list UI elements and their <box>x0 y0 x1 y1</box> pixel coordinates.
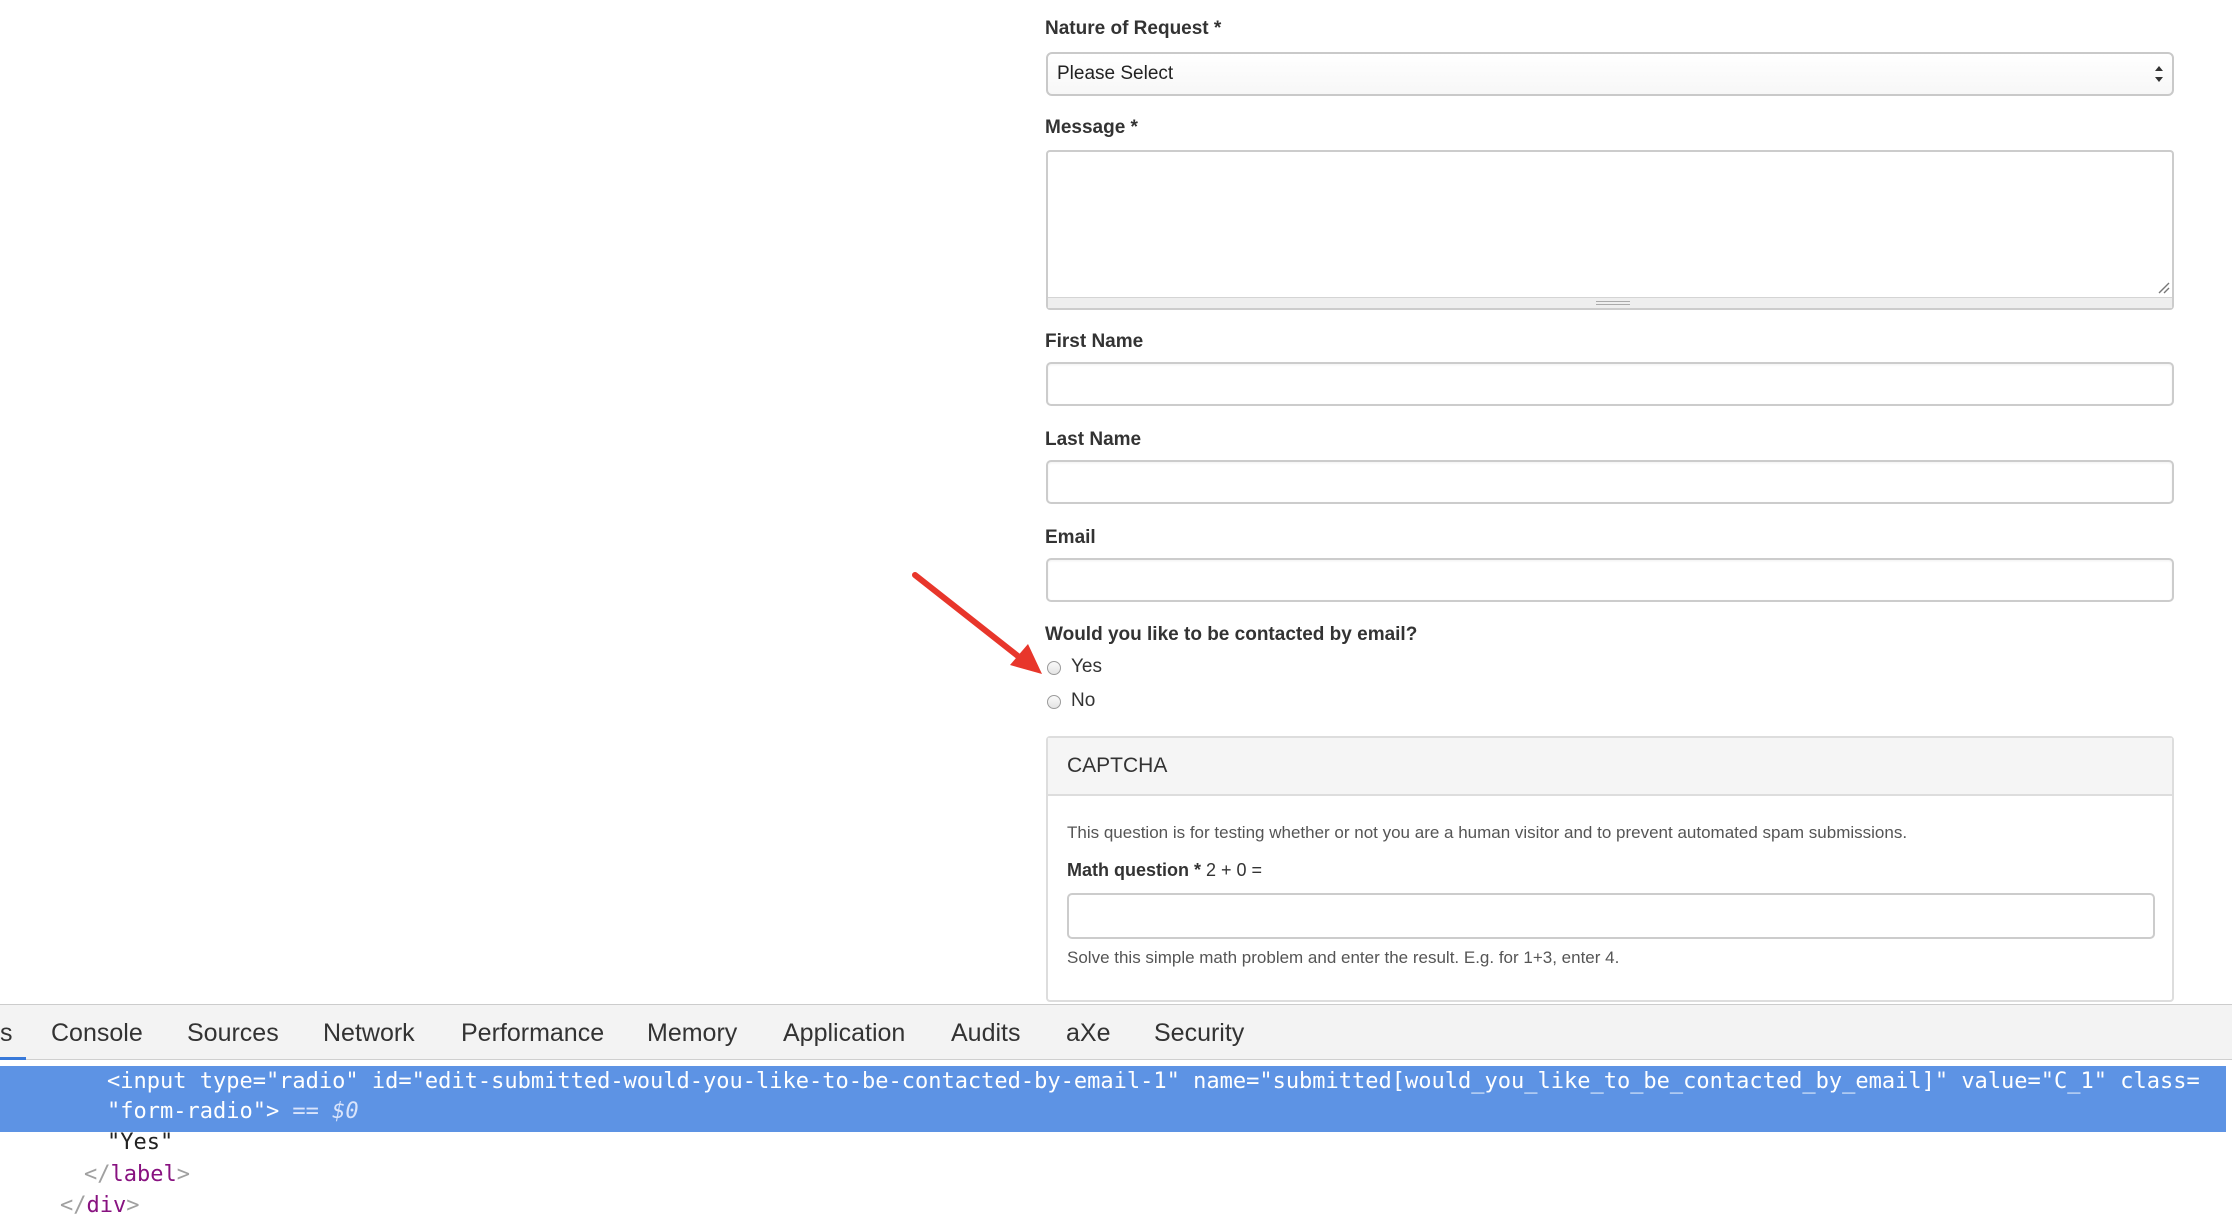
tab-sources[interactable]: Sources <box>187 1019 279 1048</box>
text-node-yes[interactable]: "Yes" <box>107 1130 173 1155</box>
last-name-label: Last Name <box>1045 429 1142 450</box>
devtools-tab-bar: s Console Sources Network Performance Me… <box>0 1004 2232 1060</box>
nature-of-request-label: Nature of Request * <box>1045 18 1222 39</box>
selected-node-line-2[interactable]: "form-radio"> == $0 <box>107 1099 359 1124</box>
captcha-description: This question is for testing whether or … <box>1067 823 1908 842</box>
resize-handle-icon[interactable] <box>2156 280 2170 294</box>
radio-yes-label[interactable]: Yes <box>1071 656 1102 678</box>
math-answer-input[interactable] <box>1067 893 2155 939</box>
captcha-title: CAPTCHA <box>1048 738 2172 796</box>
tab-axe[interactable]: aXe <box>1066 1019 1110 1048</box>
tab-application[interactable]: Application <box>783 1019 905 1048</box>
select-arrows-icon <box>2155 66 2163 82</box>
elements-tree: <input type="radio" id="edit-submitted-w… <box>0 1060 2232 1220</box>
select-value: Please Select <box>1057 63 1174 84</box>
selected-node-line-1[interactable]: <input type="radio" id="edit-submitted-w… <box>107 1069 2200 1094</box>
tab-security[interactable]: Security <box>1154 1019 1244 1048</box>
radio-no[interactable] <box>1047 695 1061 709</box>
message-textarea[interactable] <box>1046 150 2174 310</box>
red-arrow-annotation-icon <box>912 572 1042 674</box>
tab-console[interactable]: Console <box>51 1019 143 1048</box>
tab-network[interactable]: Network <box>323 1019 415 1048</box>
contact-by-email-question: Would you like to be contacted by email? <box>1045 624 1418 645</box>
tab-elements[interactable]: s <box>0 1019 13 1048</box>
selected-node-attr-value: "form-radio"> <box>107 1099 280 1124</box>
textarea-grippie[interactable] <box>1048 297 2172 308</box>
first-name-input[interactable] <box>1046 362 2174 406</box>
tab-memory[interactable]: Memory <box>647 1019 737 1048</box>
radio-no-label[interactable]: No <box>1071 690 1095 712</box>
math-question-title: Math question * <box>1067 860 1201 880</box>
selected-node-marker: == $0 <box>279 1099 359 1124</box>
tab-audits[interactable]: Audits <box>951 1019 1020 1048</box>
first-name-label: First Name <box>1045 331 1144 352</box>
captcha-help-text: Solve this simple math problem and enter… <box>1067 948 1620 967</box>
email-input[interactable] <box>1046 558 2174 602</box>
math-expression: 2 + 0 = <box>1201 860 1263 880</box>
email-label: Email <box>1045 527 1096 548</box>
closing-div-tag[interactable]: </div> <box>60 1193 140 1218</box>
message-label: Message * <box>1045 117 1138 138</box>
nature-of-request-select[interactable]: Please Select <box>1046 52 2174 96</box>
grip-icon <box>1596 301 1630 305</box>
last-name-input[interactable] <box>1046 460 2174 504</box>
devtools-panel: s Console Sources Network Performance Me… <box>0 1004 2232 1220</box>
math-question-label: Math question * 2 + 0 = <box>1067 860 1262 881</box>
tab-performance[interactable]: Performance <box>461 1019 604 1048</box>
captcha-fieldset: CAPTCHA This question is for testing whe… <box>1046 736 2174 1002</box>
closing-label-tag[interactable]: </label> <box>84 1162 190 1187</box>
web-page: Nature of Request * Please Select Messag… <box>0 0 2232 1004</box>
